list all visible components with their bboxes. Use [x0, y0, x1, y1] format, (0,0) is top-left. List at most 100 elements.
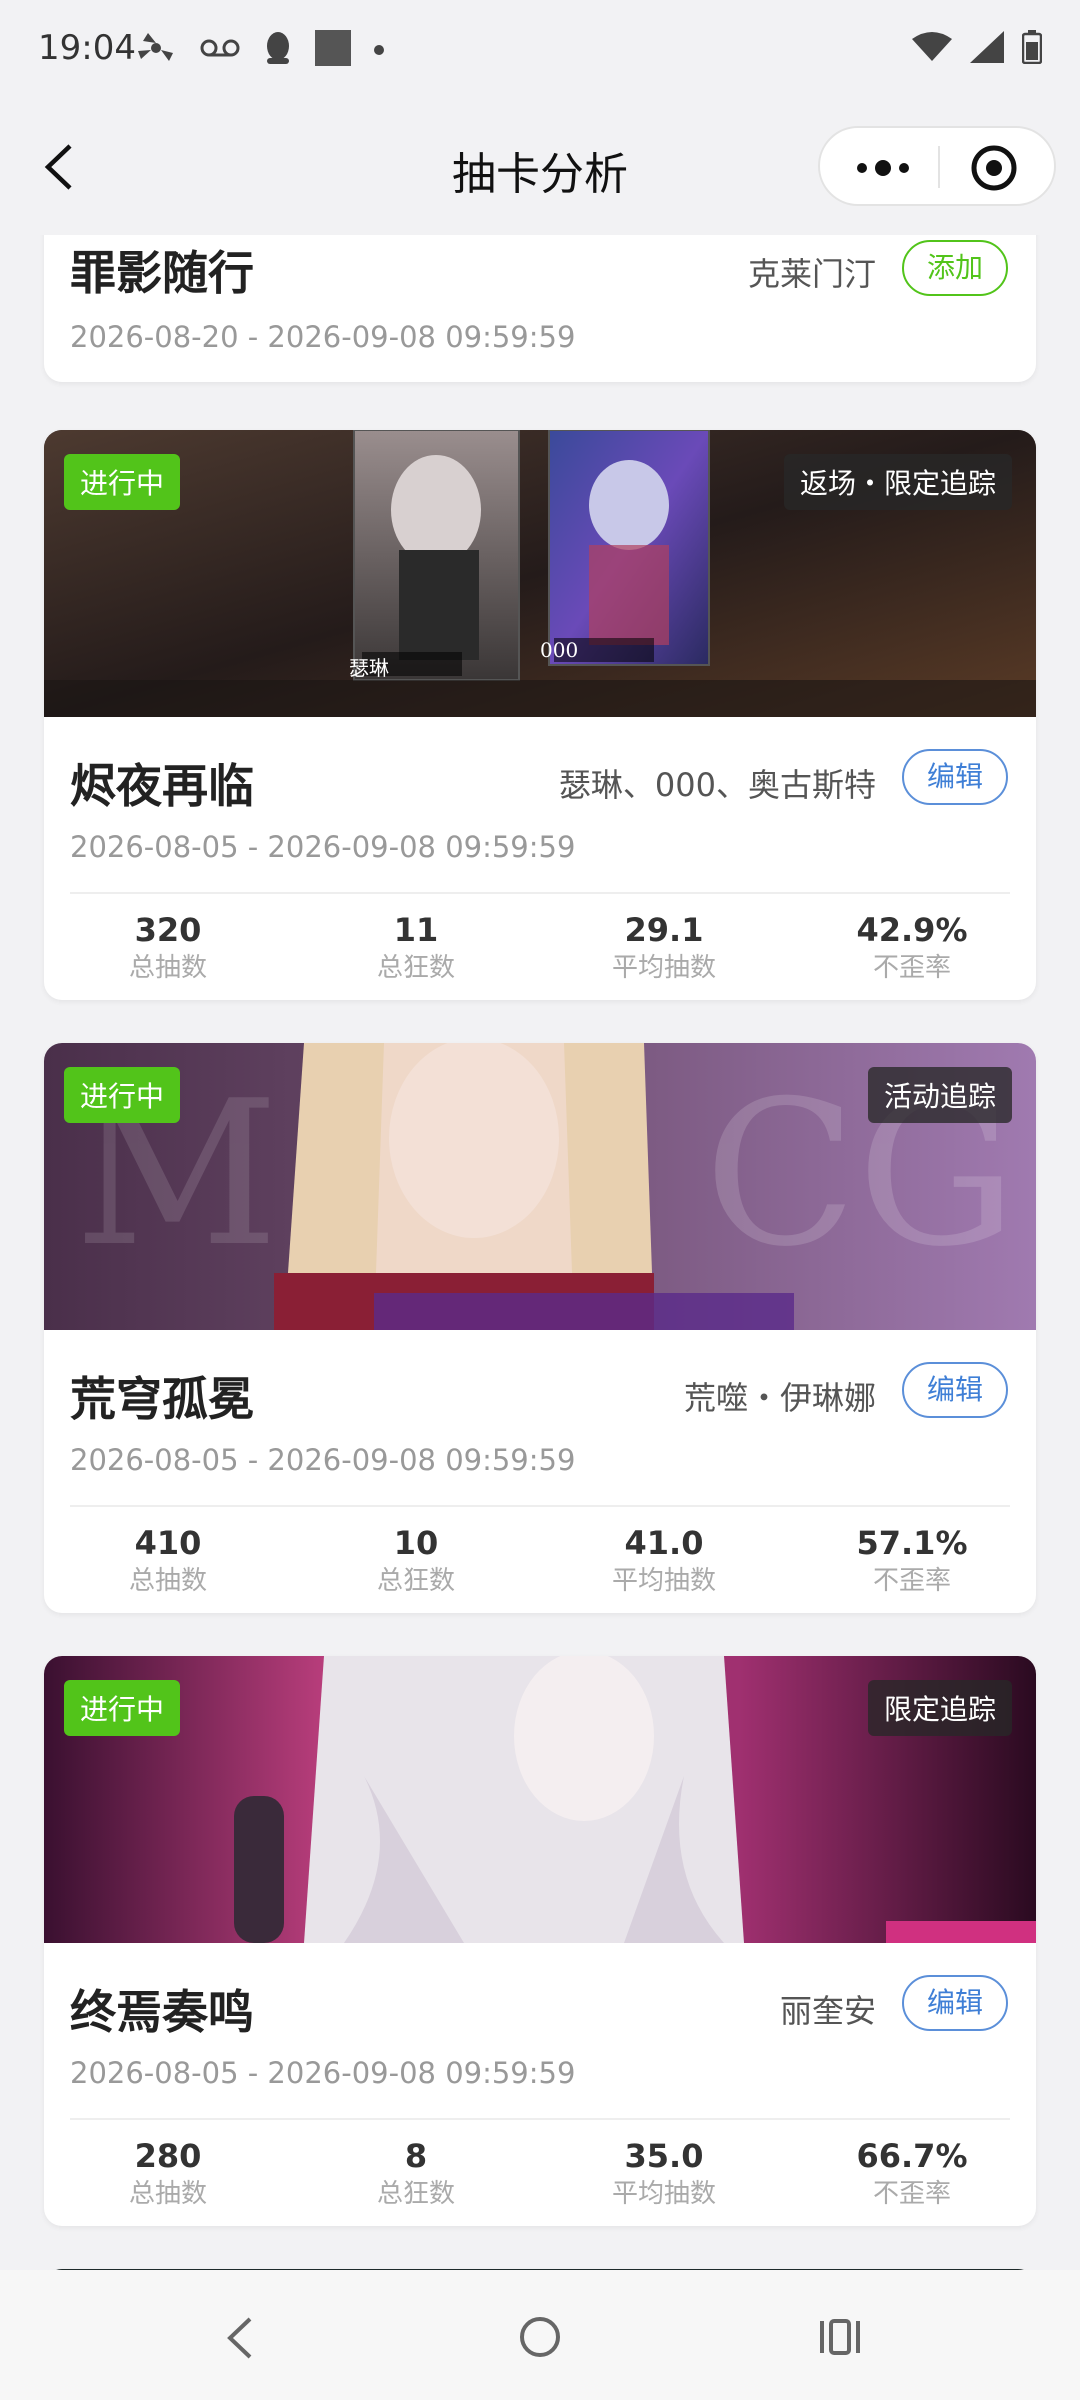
target-icon: [971, 145, 1017, 191]
system-nav-bar: [0, 2270, 1080, 2400]
edit-button[interactable]: 编辑: [902, 1975, 1008, 2031]
status-badge: 进行中: [64, 1680, 181, 1736]
stat-label: 不歪率: [872, 2179, 951, 2209]
stat-value: 320: [134, 911, 202, 949]
battery-icon: [1021, 30, 1043, 68]
stat-label: 平均抽数: [611, 1566, 716, 1596]
pool-card[interactable]: M CG 进行中 活动追踪 荒穹孤冕 荒噬・伊琳娜 编辑 2026-08-05 …: [44, 1043, 1036, 1613]
stat-total-count: 8 总狂数: [292, 2136, 540, 2212]
stat-label: 平均抽数: [611, 2179, 716, 2209]
edit-button[interactable]: 编辑: [902, 1362, 1008, 1418]
status-badge: 进行中: [64, 1067, 181, 1123]
system-icons: [912, 30, 1043, 68]
pool-banner: M CG 进行中 活动追踪: [44, 1043, 1036, 1330]
more-dots-icon: [857, 160, 909, 176]
wifi-icon: [912, 31, 952, 67]
nav-home-button[interactable]: [518, 2315, 562, 2363]
edit-button[interactable]: 编辑: [902, 749, 1008, 805]
pool-list[interactable]: 罪影随行 克莱门汀 添加 2026-08-20 - 2026-09-08 09:…: [0, 235, 1080, 2270]
pool-card[interactable]: 罪影随行 克莱门汀 添加 2026-08-20 - 2026-09-08 09:…: [44, 235, 1036, 382]
chevron-left-icon: [227, 2317, 252, 2359]
pool-date: 2026-08-05 - 2026-09-08 09:59:59: [70, 2056, 576, 2090]
pool-characters: 瑟琳、000、奥古斯特: [558, 766, 876, 804]
fan-icon: [135, 31, 177, 69]
voicemail-icon: [199, 35, 241, 65]
divider: [70, 892, 1010, 894]
pool-date: 2026-08-20 - 2026-09-08 09:59:59: [70, 320, 576, 354]
pool-characters: 荒噬・伊琳娜: [683, 1379, 876, 1417]
pool-stats: 320 总抽数 11 总狂数 29.1 平均抽数 42.9% 不歪率: [44, 910, 1036, 986]
pool-card[interactable]: 瑟琳 000 进行中 返场・限定追踪 烬夜再临 瑟琳、000、奥古斯特 编辑 2…: [44, 430, 1036, 1000]
stat-label: 不歪率: [872, 953, 951, 983]
close-mini-program-button[interactable]: [970, 144, 1018, 192]
stat-value: 11: [393, 911, 439, 949]
stat-label: 总抽数: [128, 953, 207, 983]
pool-name: 终焉奏鸣: [70, 1985, 254, 2039]
stat-win-rate: 57.1% 不歪率: [788, 1523, 1036, 1599]
signal-icon: [970, 31, 1004, 67]
nav-back-button[interactable]: [222, 2315, 258, 2365]
qq-icon: [263, 30, 293, 70]
pool-characters: 丽奎安: [779, 1992, 876, 2030]
pool-stats: 280 总抽数 8 总狂数 35.0 平均抽数 66.7% 不歪率: [44, 2136, 1036, 2212]
pool-date: 2026-08-05 - 2026-09-08 09:59:59: [70, 1443, 576, 1477]
stat-average: 29.1 平均抽数: [540, 910, 788, 986]
stat-total-pulls: 280 总抽数: [44, 2136, 292, 2212]
home-circle-icon: [520, 2317, 560, 2357]
nav-bar: 抽卡分析: [0, 100, 1080, 235]
pool-banner: 瑟琳 000 进行中 返场・限定追踪: [44, 430, 1036, 717]
status-bar: 19:04: [0, 0, 1080, 100]
tracking-tag: 活动追踪: [867, 1067, 1012, 1123]
stat-label: 总狂数: [376, 1566, 455, 1596]
stat-average: 41.0 平均抽数: [540, 1523, 788, 1599]
stat-value: 280: [134, 2137, 202, 2175]
tracking-tag: 返场・限定追踪: [783, 454, 1012, 510]
stat-average: 35.0 平均抽数: [540, 2136, 788, 2212]
pool-stats: 410 总抽数 10 总狂数 41.0 平均抽数 57.1% 不歪率: [44, 1523, 1036, 1599]
more-button[interactable]: [848, 148, 918, 188]
stat-label: 总抽数: [128, 2179, 207, 2209]
stat-value: 41.0: [624, 1524, 704, 1562]
mini-program-capsule: [818, 126, 1056, 206]
stat-value: 66.7%: [856, 2137, 968, 2175]
status-badge: 进行中: [64, 454, 181, 510]
pool-characters: 克莱门汀: [747, 255, 876, 293]
pool-card[interactable]: 进行中 限定追踪 终焉奏鸣 丽奎安 编辑 2026-08-05 - 2026-0…: [44, 1656, 1036, 2226]
notification-icons: [135, 30, 385, 70]
stat-value: 57.1%: [856, 1524, 968, 1562]
capsule-divider: [938, 146, 940, 188]
pool-name: 罪影随行: [70, 246, 254, 300]
stat-value: 8: [404, 2137, 428, 2175]
pool-name: 荒穹孤冕: [70, 1372, 254, 1426]
stat-label: 总狂数: [376, 953, 455, 983]
stat-total-pulls: 410 总抽数: [44, 1523, 292, 1599]
tracking-tag: 限定追踪: [867, 1680, 1012, 1736]
stat-label: 总狂数: [376, 2179, 455, 2209]
pool-banner: 进行中 限定追踪: [44, 1656, 1036, 1943]
stat-value: 29.1: [624, 911, 704, 949]
stat-label: 不歪率: [872, 1566, 951, 1596]
stat-label: 总抽数: [128, 1566, 207, 1596]
divider: [70, 2118, 1010, 2120]
recents-icon: [820, 2319, 860, 2355]
stat-value: 410: [134, 1524, 202, 1562]
stat-value: 42.9%: [856, 911, 968, 949]
add-button[interactable]: 添加: [902, 240, 1008, 296]
stat-label: 平均抽数: [611, 953, 716, 983]
stat-win-rate: 66.7% 不歪率: [788, 2136, 1036, 2212]
pool-name: 烬夜再临: [70, 759, 254, 813]
stat-total-pulls: 320 总抽数: [44, 910, 292, 986]
status-time: 19:04: [38, 28, 136, 68]
stat-value: 35.0: [624, 2137, 704, 2175]
stat-value: 10: [393, 1524, 439, 1562]
character-label: 瑟琳: [349, 656, 389, 680]
character-label: 000: [540, 638, 579, 662]
stat-total-count: 10 总狂数: [292, 1523, 540, 1599]
stat-total-count: 11 总狂数: [292, 910, 540, 986]
square-icon: [315, 30, 351, 70]
stat-win-rate: 42.9% 不歪率: [788, 910, 1036, 986]
dot-icon: [373, 41, 385, 60]
pool-date: 2026-08-05 - 2026-09-08 09:59:59: [70, 830, 576, 864]
nav-recents-button[interactable]: [818, 2315, 862, 2363]
divider: [70, 1505, 1010, 1507]
